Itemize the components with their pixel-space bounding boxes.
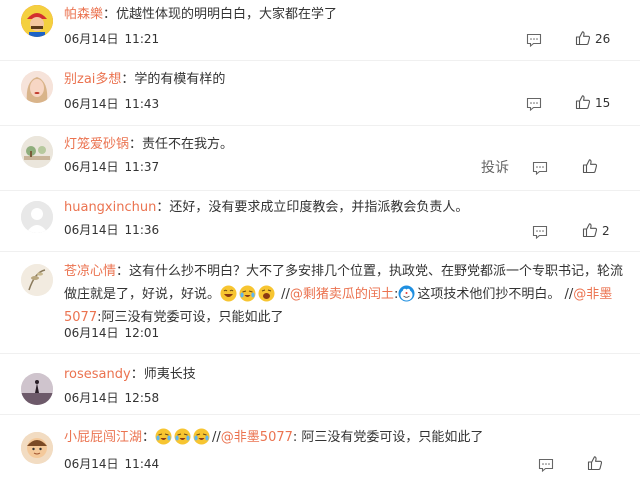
comment-text: 苍凉心情：这有什么抄不明白？大不了多安排几个位置，执政党、在野党都派一个专职书记… — [64, 264, 624, 325]
avatar[interactable] — [21, 373, 53, 405]
username-link[interactable]: rosesandy — [64, 367, 131, 382]
comment-timestamp: 06月14日 11:21 — [64, 32, 160, 46]
username-link[interactable]: 帕森樂 — [64, 7, 103, 22]
comment-item: rosesandy：师夷长技 06月14日 12:58 — [0, 354, 640, 414]
cry-laugh-emoji-icon — [239, 285, 256, 302]
like-button[interactable] — [587, 455, 603, 474]
like-button[interactable]: 26 — [575, 30, 611, 49]
comment-text: huangxinchun：还好，没有要求成立印度教会，并指派教会负责人。 — [64, 197, 626, 219]
like-button[interactable]: 15 — [575, 94, 611, 113]
cry-laugh-emoji-icon — [155, 428, 172, 445]
comment-body: ：还好，没有要求成立印度教会，并指派教会负责人。 — [156, 200, 469, 215]
mention-link[interactable]: @剩猪卖瓜的闰土 — [290, 287, 394, 302]
comment-timestamp: 06月14日 11:44 — [64, 457, 160, 471]
comment-icon[interactable] — [532, 160, 548, 176]
like-count: 26 — [595, 32, 611, 46]
thumbs-up-icon — [575, 30, 591, 49]
comment-text: 帕森樂：优越性体现的明明白白，大家都在学了 — [64, 4, 626, 26]
laugh-emoji-icon — [220, 285, 237, 302]
username-link[interactable]: 灯笼爱砂锅 — [64, 137, 129, 152]
comment-item: 苍凉心情：这有什么抄不明白？大不了多安排几个位置，执政党、在野党都派一个专职书记… — [0, 252, 640, 353]
comment-icon[interactable] — [526, 32, 542, 48]
thumbs-up-icon — [575, 94, 591, 113]
avatar[interactable] — [21, 201, 53, 233]
avatar[interactable] — [21, 71, 53, 103]
laugh-big-emoji-icon — [258, 285, 275, 302]
like-count: 2 — [602, 224, 610, 238]
comment-item: 小屁屁闯江湖：//@非墨5077: 阿三没有党委可设，只能如此了 06月14日 1… — [0, 415, 640, 484]
comment-item: 灯笼爱砂锅：责任不在我方。 06月14日 11:37 投诉 — [0, 126, 640, 190]
comment-text: 小屁屁闯江湖：//@非墨5077: 阿三没有党委可设，只能如此了 — [64, 428, 484, 445]
comment-timestamp: 06月14日 11:43 — [64, 97, 160, 111]
comment-text: 灯笼爱砂锅：责任不在我方。 — [64, 134, 626, 156]
thumbs-up-icon — [587, 455, 603, 474]
like-button[interactable]: 2 — [582, 222, 610, 241]
username-link[interactable]: 苍凉心情 — [64, 264, 116, 279]
comment-body: ：优越性体现的明明白白，大家都在学了 — [103, 7, 338, 22]
comment-icon[interactable] — [526, 96, 542, 112]
comment-item: 帕森樂：优越性体现的明明白白，大家都在学了 06月14日 11:21 26 — [0, 0, 640, 60]
comment-icon[interactable] — [532, 224, 548, 240]
cry-laugh-emoji-icon — [174, 428, 191, 445]
comment-body: ：学的有模有样的 — [121, 72, 226, 87]
like-count: 15 — [595, 96, 611, 110]
thumbs-up-icon — [582, 222, 598, 241]
avatar[interactable] — [21, 432, 53, 464]
comment-timestamp: 06月14日 12:01 — [64, 326, 160, 340]
username-link[interactable]: 别zai多想 — [64, 72, 121, 87]
comment-timestamp: 06月14日 11:37 — [64, 160, 160, 174]
comment-timestamp: 06月14日 11:36 — [64, 223, 160, 237]
mention-link[interactable]: @非墨5077 — [221, 430, 293, 445]
comment-timestamp: 06月14日 12:58 — [64, 391, 160, 405]
doraemon-emoji-icon — [398, 285, 415, 302]
comment-body: ：师夷长技 — [130, 367, 196, 382]
username-link[interactable]: huangxinchun — [64, 200, 156, 215]
avatar[interactable] — [21, 136, 53, 168]
comment-icon[interactable] — [538, 457, 554, 473]
comment-text: 别zai多想：学的有模有样的 — [64, 69, 626, 91]
report-button[interactable]: 投诉 — [481, 157, 509, 177]
avatar[interactable] — [21, 5, 53, 37]
like-button[interactable] — [582, 158, 598, 177]
username-link[interactable]: 小屁屁闯江湖 — [64, 430, 142, 445]
comment-body: ：责任不在我方。 — [129, 137, 234, 152]
comment-text: rosesandy：师夷长技 — [64, 364, 626, 386]
cry-laugh-emoji-icon — [193, 428, 210, 445]
avatar[interactable] — [21, 264, 53, 296]
comment-item: 别zai多想：学的有模有样的 06月14日 11:43 15 — [0, 61, 640, 125]
comment-item: huangxinchun：还好，没有要求成立印度教会，并指派教会负责人。 06月… — [0, 191, 640, 251]
thumbs-up-icon — [582, 158, 598, 177]
